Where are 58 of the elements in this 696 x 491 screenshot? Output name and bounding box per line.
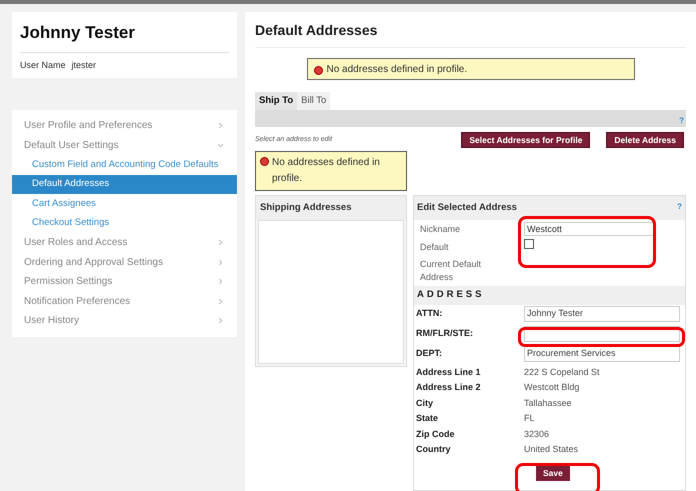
field-value: 32306 xyxy=(524,428,550,440)
save-button[interactable]: Save xyxy=(536,466,570,480)
menu-item[interactable]: User Roles and Access xyxy=(12,233,237,252)
section-heading: ADDRESS xyxy=(414,286,685,304)
error-icon xyxy=(260,157,269,166)
field-label: City xyxy=(416,396,434,410)
nickname-input[interactable]: Westcott xyxy=(524,222,654,236)
text-input[interactable]: Procurement Services xyxy=(524,346,680,362)
field-label: State xyxy=(416,412,440,425)
field-value: United States xyxy=(524,443,578,456)
field-value: FL xyxy=(524,412,535,425)
chevron-right-icon xyxy=(216,296,225,306)
error-icon xyxy=(314,66,322,74)
menu-item[interactable]: Default User Settings xyxy=(12,136,237,155)
submenu-item[interactable]: Checkout Settings xyxy=(12,214,237,233)
field-label: Zip Code xyxy=(416,428,456,441)
panel-title: Shipping Addresses xyxy=(256,196,406,220)
field-label: Default xyxy=(420,240,450,254)
field-label: RM/FLR/STE: xyxy=(416,327,474,340)
chevron-right-icon xyxy=(216,238,225,248)
help-link[interactable]: ? xyxy=(679,115,684,127)
chevron-right-icon xyxy=(216,316,225,326)
field-value: Tallahassee xyxy=(524,396,572,410)
submenu-item[interactable]: Cart Assignees xyxy=(12,194,237,214)
field-label: Address Line 1 xyxy=(416,366,482,378)
text-input[interactable]: Johnny Tester xyxy=(524,306,680,322)
submenu-item[interactable]: Custom Field and Accounting Code Defaults xyxy=(12,155,237,174)
field-label: Country xyxy=(416,443,452,456)
field-label: Current Default Address xyxy=(420,258,482,284)
menu-item[interactable]: Ordering and Approval Settings xyxy=(12,252,237,272)
field-value: 222 S Copeland St xyxy=(524,366,600,379)
user-full-name: Johnny Tester xyxy=(20,20,229,52)
help-link[interactable]: ? xyxy=(677,201,682,216)
field-label: Nickname xyxy=(420,222,462,236)
username-value: jtester xyxy=(72,58,96,72)
default-checkbox[interactable] xyxy=(524,239,534,250)
field-label: ATTN: xyxy=(416,307,444,320)
field-value: Westcott Bldg xyxy=(524,381,580,394)
action-button[interactable]: Delete Address xyxy=(606,132,684,148)
action-button[interactable]: Select Addresses for Profile xyxy=(461,132,590,148)
field-label: Address Line 2 xyxy=(416,381,482,394)
page-title: Default Addresses xyxy=(255,20,686,48)
text-input[interactable] xyxy=(524,326,680,342)
chevron-right-icon xyxy=(216,277,225,286)
alert-text: No addresses defined in profile. xyxy=(272,156,381,186)
tab[interactable]: Ship To xyxy=(255,92,298,110)
menu-item[interactable]: User History xyxy=(12,311,237,330)
field-label: DEPT: xyxy=(416,347,444,360)
username-label: User Name xyxy=(20,58,66,72)
tab[interactable]: Bill To xyxy=(297,92,330,110)
chevron-right-icon xyxy=(216,258,225,267)
alert-text: No addresses defined in profile. xyxy=(326,62,468,76)
menu-item[interactable]: Permission Settings xyxy=(12,272,237,292)
submenu-item[interactable]: Default Addresses xyxy=(12,174,237,194)
menu-item[interactable]: Notification Preferences xyxy=(12,292,237,311)
menu-item[interactable]: User Profile and Preferences xyxy=(12,116,237,136)
chevron-right-icon xyxy=(216,121,225,130)
panel-title: Edit Selected Address xyxy=(417,201,517,215)
